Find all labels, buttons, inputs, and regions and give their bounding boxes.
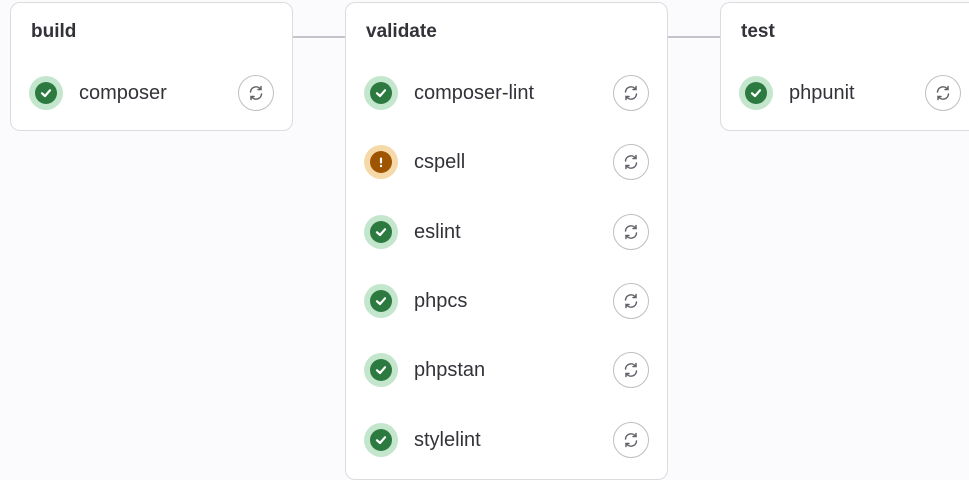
stage-title: test: [741, 21, 775, 42]
stage-title: build: [31, 21, 77, 42]
job-phpcs[interactable]: phpcs: [356, 275, 657, 327]
job-cspell[interactable]: cspell: [356, 136, 657, 188]
job-composer[interactable]: composer: [21, 67, 282, 119]
stage-connector: [293, 36, 345, 38]
retry-icon[interactable]: [238, 75, 274, 111]
retry-icon[interactable]: [925, 75, 961, 111]
job-name: phpcs: [414, 289, 468, 312]
success-status-icon: [364, 423, 398, 457]
stage-connector: [668, 36, 720, 38]
job-eslint[interactable]: eslint: [356, 206, 657, 258]
retry-icon[interactable]: [613, 283, 649, 319]
success-status-icon: [364, 76, 398, 110]
job-phpstan[interactable]: phpstan: [356, 344, 657, 396]
success-status-icon: [364, 215, 398, 249]
success-status-icon: [364, 284, 398, 318]
warning-status-icon: [364, 145, 398, 179]
stage-test: test phpunit: [720, 2, 969, 131]
job-name: eslint: [414, 220, 461, 243]
job-name: phpunit: [789, 81, 855, 104]
job-phpunit[interactable]: phpunit: [731, 67, 969, 119]
success-status-icon: [29, 76, 63, 110]
stage-build: build composer: [10, 2, 293, 131]
retry-icon[interactable]: [613, 352, 649, 388]
job-name: cspell: [414, 150, 466, 173]
retry-icon[interactable]: [613, 422, 649, 458]
job-name: composer: [79, 81, 167, 104]
job-stylelint[interactable]: stylelint: [356, 414, 657, 466]
job-name: phpstan: [414, 358, 486, 381]
job-name: stylelint: [414, 428, 481, 451]
job-composer-lint[interactable]: composer-lint: [356, 67, 657, 119]
stage-validate: validate composer-lint cspell eslint php…: [345, 2, 668, 480]
retry-icon[interactable]: [613, 214, 649, 250]
stage-title: validate: [366, 21, 437, 42]
success-status-icon: [364, 353, 398, 387]
retry-icon[interactable]: [613, 144, 649, 180]
success-status-icon: [739, 76, 773, 110]
job-name: composer-lint: [414, 81, 535, 104]
retry-icon[interactable]: [613, 75, 649, 111]
